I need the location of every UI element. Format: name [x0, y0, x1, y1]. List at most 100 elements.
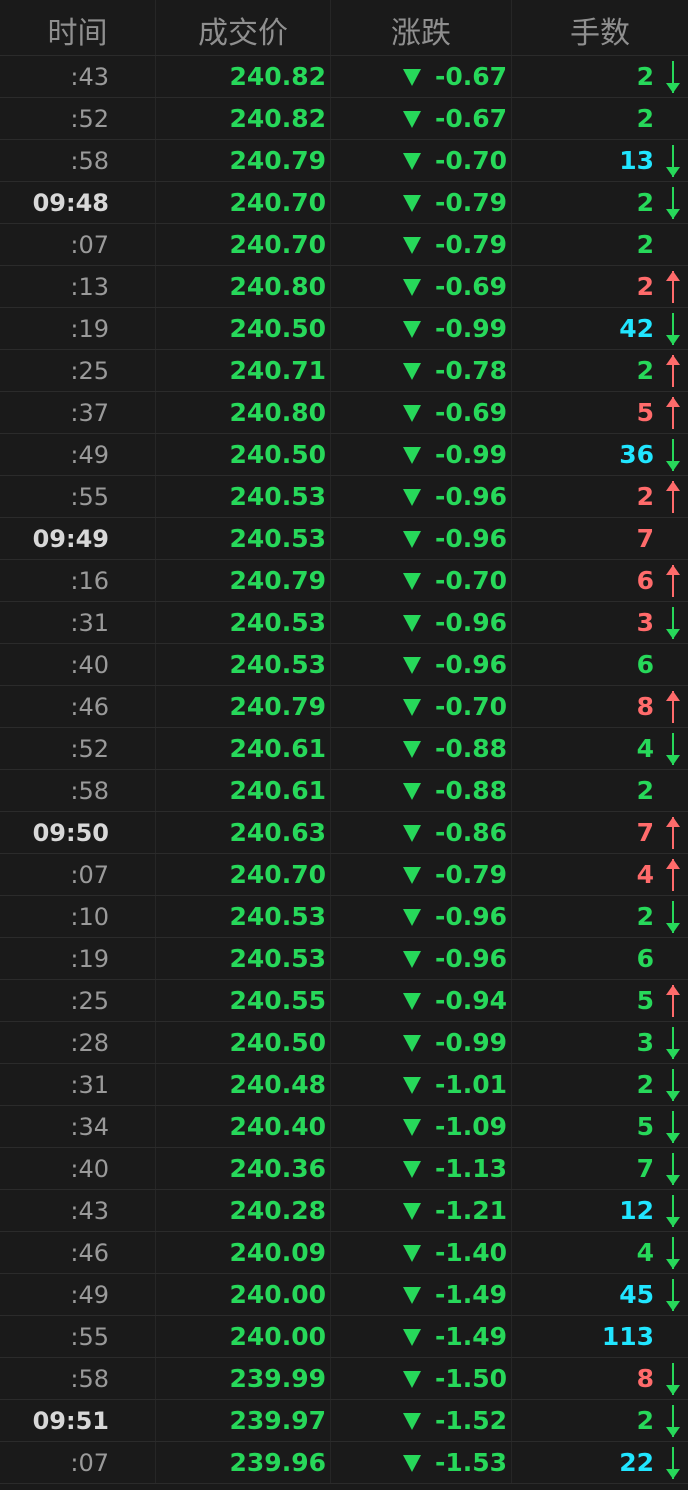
trade-change-value: -0.67 [434, 104, 507, 133]
trade-time: :43 [0, 1190, 156, 1231]
trade-row[interactable]: :07 240.70 -0.79 2 [0, 224, 688, 266]
trade-change: -0.96 [331, 518, 512, 559]
trade-ticker-table[interactable]: 时间 成交价 涨跌 手数 :43 240.82 -0.67 2 :52 240.… [0, 0, 688, 1490]
trade-volume-value: 2 [636, 902, 654, 931]
trade-change: -0.69 [331, 266, 512, 307]
down-triangle-icon [402, 447, 421, 464]
trade-row[interactable]: :31 240.48 -1.01 2 [0, 1064, 688, 1106]
trade-row[interactable]: 09:48 240.70 -0.79 2 [0, 182, 688, 224]
down-triangle-icon [402, 1329, 421, 1346]
trade-row[interactable]: 09:49 240.53 -0.96 7 [0, 518, 688, 560]
trade-row[interactable]: :16 240.79 -0.70 6 [0, 560, 688, 602]
trade-row[interactable]: :58 239.99 -1.50 8 [0, 1358, 688, 1400]
trade-change-value: -1.09 [434, 1112, 507, 1141]
trade-row[interactable]: :07 240.70 -0.79 4 [0, 854, 688, 896]
trade-row[interactable]: :43 240.28 -1.21 12 [0, 1190, 688, 1232]
trade-price: 240.82 [156, 98, 331, 139]
down-arrow-icon [666, 900, 680, 933]
trade-change: -0.96 [331, 602, 512, 643]
trade-row[interactable]: :37 240.80 -0.69 5 [0, 392, 688, 434]
trade-volume: 8 [512, 686, 688, 727]
trade-volume-value: 7 [636, 1154, 654, 1183]
trade-time: :55 [0, 1316, 156, 1357]
trade-row[interactable]: :52 240.61 -0.88 4 [0, 728, 688, 770]
trade-price: 240.40 [156, 1106, 331, 1147]
trade-volume: 4 [512, 728, 688, 769]
trade-price: 240.61 [156, 770, 331, 811]
trade-price: 240.82 [156, 56, 331, 97]
trade-time: :37 [0, 392, 156, 433]
trade-change: -0.99 [331, 308, 512, 349]
trade-price: 240.71 [156, 350, 331, 391]
trade-change-value: -0.70 [434, 566, 507, 595]
trade-volume: 8 [512, 1358, 688, 1399]
trade-change-value: -0.96 [434, 482, 507, 511]
trade-volume: 6 [512, 938, 688, 979]
trade-change: -1.09 [331, 1106, 512, 1147]
trade-volume-value: 3 [636, 608, 654, 637]
trade-row[interactable]: :19 240.53 -0.96 6 [0, 938, 688, 980]
trade-row[interactable]: :58 240.79 -0.70 13 [0, 140, 688, 182]
down-triangle-icon [402, 531, 421, 548]
trade-row[interactable]: :46 240.09 -1.40 4 [0, 1232, 688, 1274]
trade-time: :19 [0, 308, 156, 349]
trade-volume-value: 2 [636, 1406, 654, 1435]
trade-row[interactable]: :55 240.53 -0.96 2 [0, 476, 688, 518]
trade-time: :31 [0, 602, 156, 643]
trade-volume: 113 [512, 1316, 688, 1357]
trade-row[interactable]: :43 240.82 -0.67 2 [0, 56, 688, 98]
trade-volume-value: 42 [619, 314, 654, 343]
trade-volume-value: 2 [636, 230, 654, 259]
down-arrow-icon [666, 1110, 680, 1143]
trade-row[interactable]: :10 240.53 -0.96 2 [0, 896, 688, 938]
trade-row[interactable]: :52 240.82 -0.67 2 [0, 98, 688, 140]
trade-change: -1.50 [331, 1358, 512, 1399]
trade-time: :25 [0, 980, 156, 1021]
trade-row[interactable]: :49 240.50 -0.99 36 [0, 434, 688, 476]
trade-change-value: -0.96 [434, 524, 507, 553]
trade-change: -0.96 [331, 938, 512, 979]
trade-price: 240.70 [156, 854, 331, 895]
down-triangle-icon [402, 825, 421, 842]
trade-row[interactable]: :19 240.50 -0.99 42 [0, 308, 688, 350]
trade-volume: 36 [512, 434, 688, 475]
trade-volume: 2 [512, 1064, 688, 1105]
trade-time: :25 [0, 350, 156, 391]
down-arrow-icon [666, 1026, 680, 1059]
trade-price: 240.53 [156, 476, 331, 517]
trade-change: -1.53 [331, 1442, 512, 1483]
trade-row[interactable]: :40 240.53 -0.96 6 [0, 644, 688, 686]
trade-row[interactable]: :55 240.00 -1.49 113 [0, 1316, 688, 1358]
trade-price: 240.53 [156, 938, 331, 979]
trade-row[interactable]: :25 240.71 -0.78 2 [0, 350, 688, 392]
trade-volume: 2 [512, 182, 688, 223]
down-triangle-icon [402, 1245, 421, 1262]
trade-row[interactable]: :49 240.00 -1.49 45 [0, 1274, 688, 1316]
trade-price: 240.79 [156, 560, 331, 601]
trade-row[interactable]: :58 240.61 -0.88 2 [0, 770, 688, 812]
trade-row[interactable]: :46 240.79 -0.70 8 [0, 686, 688, 728]
down-arrow-icon [666, 438, 680, 471]
down-triangle-icon [402, 909, 421, 926]
trade-price: 240.28 [156, 1190, 331, 1231]
trade-time: :28 [0, 1022, 156, 1063]
down-triangle-icon [402, 69, 421, 86]
trade-change: -0.70 [331, 140, 512, 181]
trade-change-value: -1.49 [434, 1280, 507, 1309]
trade-volume-value: 7 [636, 818, 654, 847]
trade-row[interactable]: :07 239.96 -1.53 22 [0, 1442, 688, 1484]
trade-change: -0.86 [331, 812, 512, 853]
trade-time: 09:50 [0, 812, 156, 853]
trade-row[interactable]: :40 240.36 -1.13 7 [0, 1148, 688, 1190]
down-triangle-icon [402, 1035, 421, 1052]
trade-row[interactable]: :13 240.80 -0.69 2 [0, 266, 688, 308]
trade-row[interactable]: 09:50 240.63 -0.86 7 [0, 812, 688, 854]
trade-row[interactable]: :25 240.55 -0.94 5 [0, 980, 688, 1022]
trade-rows[interactable]: :43 240.82 -0.67 2 :52 240.82 -0.67 2 :5… [0, 56, 688, 1484]
down-arrow-icon [666, 1236, 680, 1269]
trade-row[interactable]: :31 240.53 -0.96 3 [0, 602, 688, 644]
trade-row[interactable]: :28 240.50 -0.99 3 [0, 1022, 688, 1064]
trade-row[interactable]: :34 240.40 -1.09 5 [0, 1106, 688, 1148]
trade-volume: 42 [512, 308, 688, 349]
trade-row[interactable]: 09:51 239.97 -1.52 2 [0, 1400, 688, 1442]
